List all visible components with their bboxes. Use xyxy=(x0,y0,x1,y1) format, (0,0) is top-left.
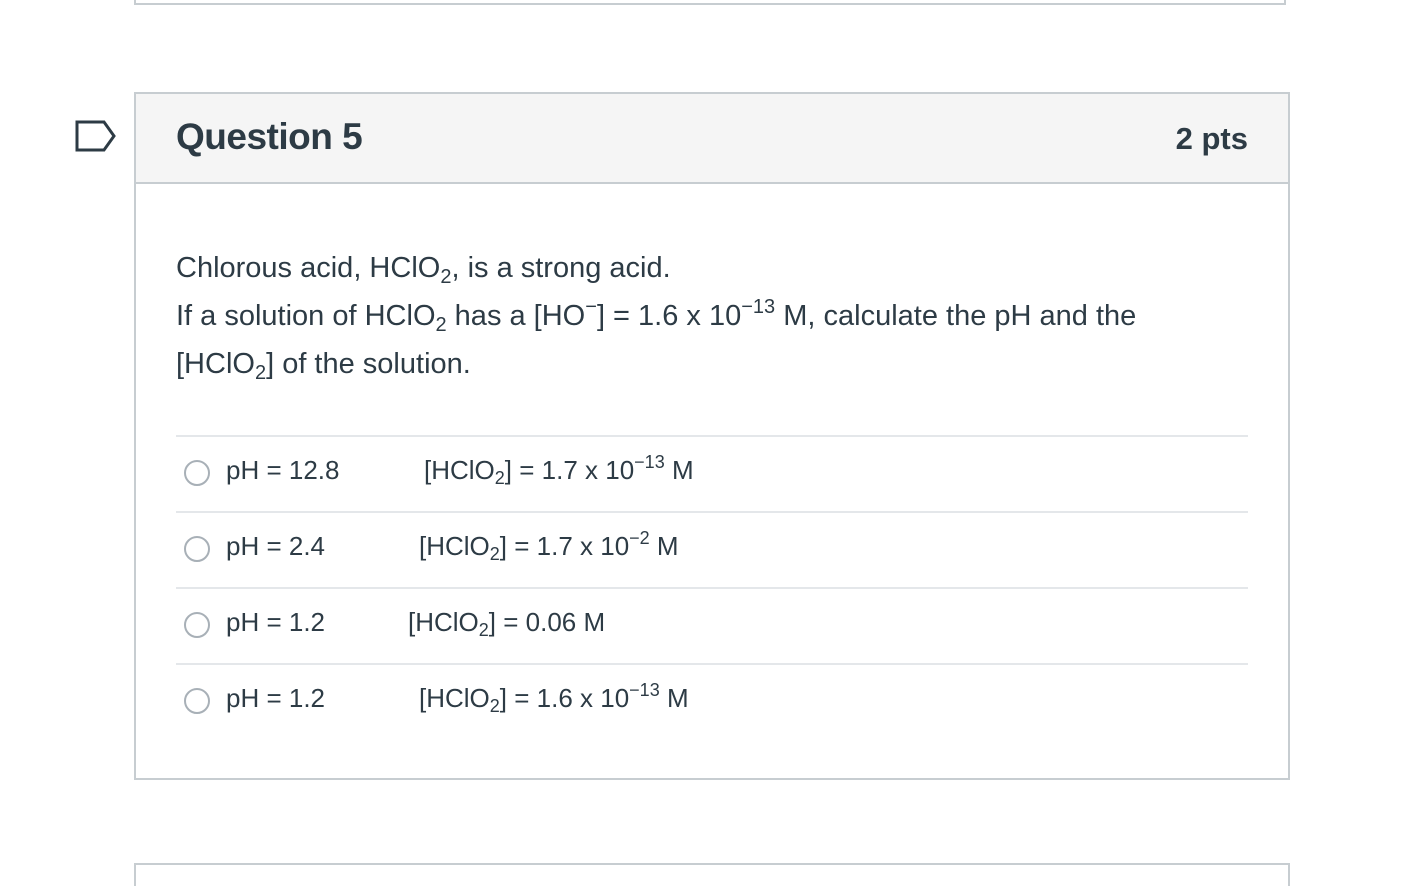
subscript: 2 xyxy=(494,468,505,488)
answer-concentration: [HClO2] = 1.7 x 10−13 M xyxy=(424,452,694,488)
answer-concentration: [HClO2] = 1.6 x 10−13 M xyxy=(419,680,689,716)
subscript: 2 xyxy=(435,314,447,336)
text-segment: If a solution of HClO xyxy=(176,300,436,332)
answer-ph: pH = 2.4 xyxy=(226,531,326,561)
text-segment: , is a strong acid. xyxy=(451,252,671,284)
superscript: − xyxy=(585,296,597,318)
subscript: 2 xyxy=(254,362,267,384)
radio-unselected-icon[interactable] xyxy=(184,460,210,486)
previous-question-card xyxy=(134,0,1286,5)
question-card: Question 5 2 pts Chlorous acid, HClO2, i… xyxy=(134,92,1290,780)
radio-unselected-icon[interactable] xyxy=(184,536,210,562)
text-segment: M xyxy=(659,683,689,713)
subscript: 2 xyxy=(489,696,500,716)
text-segment: Chlorous acid, HClO xyxy=(176,252,441,284)
superscript: −2 xyxy=(629,528,650,548)
question-line-1: Chlorous acid, HClO2, is a strong acid. xyxy=(176,244,1256,292)
flag-question-icon[interactable] xyxy=(74,119,118,155)
answer-option-4[interactable]: pH = 1.2 [HClO2] = 1.6 x 10−13 M xyxy=(176,663,1248,739)
text-segment: ] = 1.6 x 10 xyxy=(596,300,742,332)
text-segment: [HClO xyxy=(419,683,490,713)
text-segment: [HClO xyxy=(419,531,490,561)
text-segment: ] = 0.06 M xyxy=(488,607,606,637)
answer-list: pH = 12.8 [HClO2] = 1.7 x 10−13 M pH = 2… xyxy=(176,435,1248,739)
question-text: Chlorous acid, HClO2, is a strong acid. … xyxy=(176,244,1256,388)
answer-ph: pH = 12.8 xyxy=(226,455,340,485)
subscript: 2 xyxy=(440,266,452,288)
answer-option-1[interactable]: pH = 12.8 [HClO2] = 1.7 x 10−13 M xyxy=(176,435,1248,511)
text-segment: ] = 1.7 x 10 xyxy=(504,455,635,485)
text-segment: ] of the solution. xyxy=(266,348,471,380)
question-line-3: [HClO2] of the solution. xyxy=(176,340,1256,388)
radio-unselected-icon[interactable] xyxy=(184,612,210,638)
question-header: Question 5 2 pts xyxy=(136,94,1288,184)
radio-unselected-icon[interactable] xyxy=(184,688,210,714)
superscript: −13 xyxy=(741,296,776,318)
text-segment: ] = 1.6 x 10 xyxy=(499,683,630,713)
answer-option-3[interactable]: pH = 1.2 [HClO2] = 0.06 M xyxy=(176,587,1248,663)
question-title: Question 5 xyxy=(176,116,363,157)
superscript: −13 xyxy=(629,680,660,700)
answer-option-2[interactable]: pH = 2.4 [HClO2] = 1.7 x 10−2 M xyxy=(176,511,1248,587)
text-segment: ] = 1.7 x 10 xyxy=(499,531,630,561)
subscript: 2 xyxy=(489,544,500,564)
text-segment: has a [HO xyxy=(446,300,586,332)
answer-concentration: [HClO2] = 1.7 x 10−2 M xyxy=(419,528,679,564)
question-points: 2 pts xyxy=(1175,121,1248,156)
question-line-2: If a solution of HClO2 has a [HO−] = 1.6… xyxy=(176,292,1256,340)
answer-concentration: [HClO2] = 0.06 M xyxy=(408,607,606,640)
next-question-card xyxy=(134,863,1290,886)
text-segment: M xyxy=(664,455,694,485)
text-segment: M xyxy=(649,531,679,561)
text-segment: M, calculate the pH and the xyxy=(775,300,1137,332)
text-segment: [HClO xyxy=(424,455,495,485)
subscript: 2 xyxy=(478,620,489,640)
superscript: −13 xyxy=(634,452,665,472)
answer-ph: pH = 1.2 xyxy=(226,607,326,637)
text-segment: [HClO xyxy=(176,348,255,380)
text-segment: [HClO xyxy=(408,607,479,637)
answer-ph: pH = 1.2 xyxy=(226,683,326,713)
